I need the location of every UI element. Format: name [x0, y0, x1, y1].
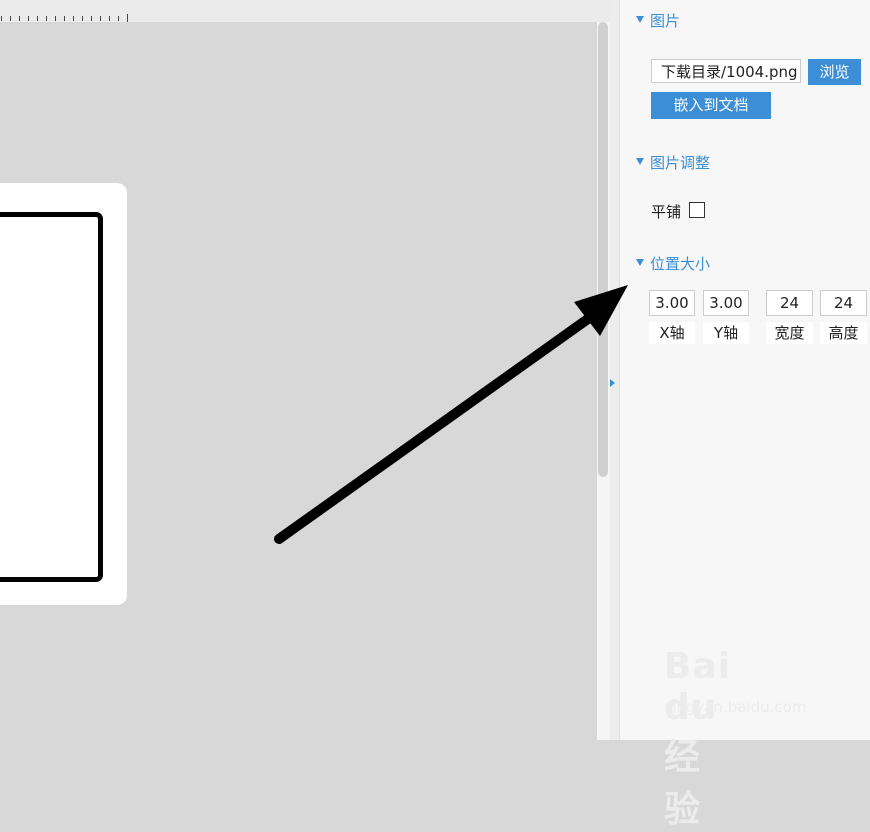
watermark-logo: Bai du 经验	[664, 646, 732, 830]
annotation-arrow-icon	[274, 285, 628, 544]
watermark-url: jingyan.baidu.com	[668, 698, 807, 716]
